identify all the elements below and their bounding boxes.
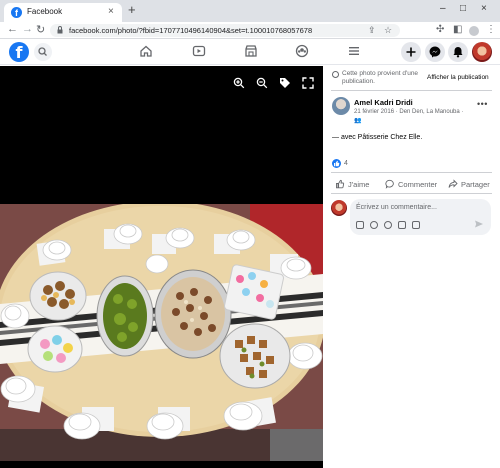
facebook-logo[interactable]: f — [9, 42, 29, 62]
friends-audience-icon: 👥 — [354, 118, 362, 124]
post-meta: 21 février 2016 · Den Den, La Manouba · … — [354, 108, 463, 126]
tab-close-icon[interactable]: × — [108, 6, 114, 17]
home-icon[interactable] — [139, 44, 153, 58]
commenter-avatar — [331, 200, 347, 216]
bell-icon — [453, 47, 463, 58]
groups-icon[interactable] — [295, 44, 309, 58]
zoom-in-icon[interactable] — [233, 77, 245, 89]
gif-icon[interactable] — [398, 221, 406, 229]
notifications-button[interactable] — [448, 42, 468, 62]
comment-placeholder: Écrivez un commentaire... — [356, 204, 437, 211]
share-page-icon[interactable]: ⇪ — [368, 25, 376, 36]
more-options-icon[interactable]: • • • — [477, 99, 488, 109]
url-bar[interactable]: facebook.com/photo/?fbid=170771049614090… — [50, 24, 400, 37]
avatar-sticker-icon[interactable] — [412, 221, 420, 229]
account-avatar[interactable] — [472, 42, 492, 62]
photo-image — [0, 204, 323, 461]
back-arrow-icon[interactable]: ← — [7, 23, 18, 35]
comment-input[interactable]: Écrivez un commentaire... — [350, 199, 491, 235]
extensions-icon[interactable]: ✣ — [436, 24, 444, 35]
divider — [331, 172, 492, 173]
maximize-button[interactable]: □ — [460, 3, 466, 14]
zoom-out-icon[interactable] — [256, 77, 268, 89]
author-avatar[interactable] — [332, 97, 350, 115]
share-label: Partager — [461, 180, 490, 189]
profile-icon[interactable] — [469, 26, 479, 36]
tab-title: Facebook — [27, 7, 63, 16]
plus-icon — [406, 47, 416, 57]
tag-icon[interactable] — [279, 77, 291, 89]
facebook-header: f — [0, 39, 500, 65]
minimize-button[interactable]: – — [440, 3, 446, 14]
post-date-location: 21 février 2016 · Den Den, La Manouba · — [354, 109, 464, 115]
emoji-icon[interactable] — [370, 221, 378, 229]
send-icon[interactable] — [474, 219, 484, 229]
sticker-icon[interactable] — [356, 221, 364, 229]
forward-arrow-icon[interactable]: → — [22, 23, 33, 35]
pastry-table-photo — [0, 204, 323, 461]
browser-menu-icon[interactable]: ⋮ — [486, 24, 496, 35]
url-text: facebook.com/photo/?fbid=170771049614090… — [69, 26, 313, 35]
camera-icon[interactable] — [384, 221, 392, 229]
close-window-button[interactable]: × — [481, 3, 487, 14]
browser-tab[interactable]: f Facebook × — [4, 3, 122, 22]
messenger-button[interactable] — [425, 42, 445, 62]
share-arrow-icon — [448, 179, 458, 188]
bookmark-star-icon[interactable]: ☆ — [384, 25, 392, 36]
search-icon — [38, 47, 47, 56]
show-publication-link[interactable]: Afficher la publication — [427, 74, 489, 81]
share-button[interactable]: Partager — [448, 179, 490, 189]
address-bar-row: ← → ↻ facebook.com/photo/?fbid=170771049… — [0, 22, 500, 39]
divider — [331, 90, 492, 91]
browser-tab-bar: f Facebook × + – □ × — [0, 0, 500, 22]
create-button[interactable] — [401, 42, 421, 62]
reaction-count: 4 — [344, 160, 348, 167]
marketplace-icon[interactable] — [244, 44, 258, 58]
post-caption: — avec Pâtisserie Chez Elle. — [332, 134, 423, 141]
watch-video-icon[interactable] — [192, 44, 206, 58]
comment-label: Commenter — [398, 180, 438, 189]
comment-button[interactable]: Commenter — [385, 179, 437, 189]
like-reaction-icon — [332, 159, 341, 168]
facebook-favicon-icon: f — [11, 7, 22, 18]
photo-viewer — [0, 66, 323, 468]
lock-icon — [57, 26, 63, 34]
author-name[interactable]: Amel Kadri Dridi — [354, 98, 413, 107]
post-details-panel — [323, 66, 500, 468]
publication-notice: Cette photo provient d'une publication. — [342, 70, 419, 85]
new-tab-button[interactable]: + — [128, 2, 136, 17]
side-panel-icon[interactable]: ◧ — [453, 24, 462, 35]
menu-icon[interactable] — [347, 44, 361, 58]
messenger-icon — [429, 46, 441, 58]
reload-icon[interactable]: ↻ — [36, 23, 45, 36]
fullscreen-icon[interactable] — [302, 77, 314, 89]
comment-bubble-icon — [385, 179, 394, 189]
like-button[interactable]: J'aime — [335, 179, 369, 189]
like-label: J'aime — [348, 180, 370, 189]
search-button[interactable] — [34, 43, 52, 61]
divider — [331, 193, 492, 194]
thumbs-up-icon — [336, 179, 345, 189]
